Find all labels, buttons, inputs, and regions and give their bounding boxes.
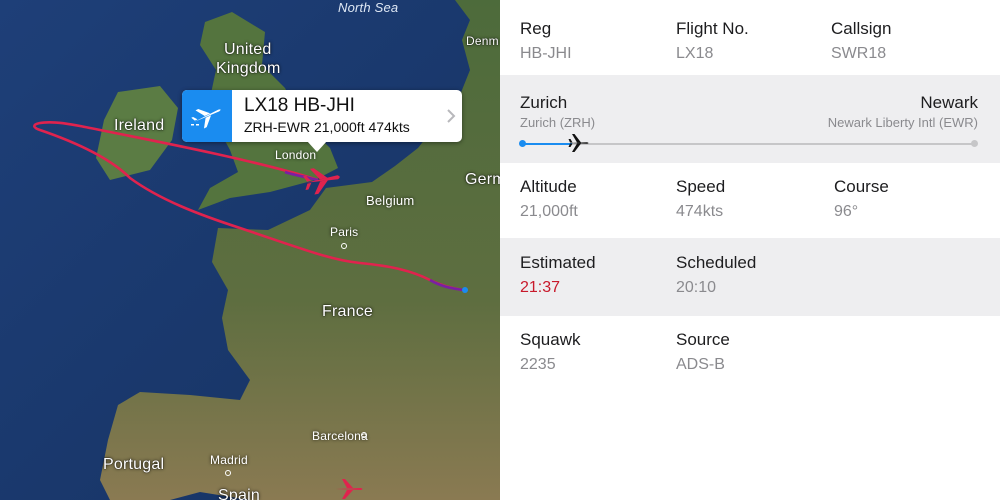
flight-map[interactable]: North Sea Denm United Kingdom Ireland Lo…: [0, 0, 500, 500]
other-aircraft-icon[interactable]: [334, 478, 364, 500]
flight-details-panel: Reg HB-JHI Flight No. LX18 Callsign SWR1…: [500, 0, 1000, 500]
airplane-icon: [191, 109, 221, 129]
flight-no-label: Flight No.: [676, 19, 749, 38]
origin-city: Zurich: [520, 93, 568, 112]
origin-marker: [462, 287, 468, 293]
reg-cell: Reg HB-JHI: [520, 19, 572, 63]
transponder-row: Squawk 2235 Source ADS-B: [500, 316, 1000, 396]
altitude-cell: Altitude 21,000ft: [520, 177, 578, 221]
course-cell: Course 96°: [834, 177, 889, 221]
label-barcelona: Barcelona: [312, 429, 368, 443]
squawk-cell: Squawk 2235: [520, 330, 580, 374]
callsign-cell: Callsign SWR18: [831, 19, 891, 63]
label-spain: Spain: [218, 487, 260, 500]
estimated-value: 21:37: [520, 279, 561, 296]
callout-text: LX18 HB-JHI ZRH-EWR 21,000ft 474kts: [232, 90, 440, 142]
barcelona-dot: [361, 432, 367, 438]
speed-value: 474kts: [676, 203, 724, 220]
source-label: Source: [676, 330, 730, 349]
label-ireland: Ireland: [114, 117, 165, 134]
callsign-value: SWR18: [831, 45, 887, 62]
callsign-label: Callsign: [831, 19, 892, 38]
squawk-value: 2235: [520, 356, 556, 373]
label-belgium: Belgium: [366, 193, 415, 208]
progress-plane-icon: [568, 134, 589, 152]
destination-city: Newark: [920, 93, 978, 112]
speed-label: Speed: [676, 177, 726, 196]
times-row: Estimated 21:37 Scheduled 20:10: [500, 238, 1000, 316]
origin-airport: Zurich (ZRH): [520, 115, 596, 130]
label-madrid: Madrid: [210, 453, 248, 467]
callout-icon-box: [182, 90, 232, 142]
scheduled-value: 20:10: [676, 279, 717, 296]
source-value: ADS-B: [676, 356, 725, 373]
telemetry-row: Altitude 21,000ft Speed 474kts Course 96…: [500, 163, 1000, 238]
estimated-label: Estimated: [520, 253, 596, 272]
destination-dot: [971, 140, 978, 147]
label-paris: Paris: [330, 225, 359, 239]
altitude-label: Altitude: [520, 177, 577, 196]
callout-pointer: [307, 141, 327, 152]
identity-row: Reg HB-JHI Flight No. LX18 Callsign SWR1…: [500, 0, 1000, 75]
label-united: United: [224, 41, 272, 58]
course-label: Course: [834, 177, 889, 196]
callout-subtitle: ZRH-EWR 21,000ft 474kts: [244, 119, 410, 135]
source-cell: Source ADS-B: [676, 330, 730, 374]
reg-label: Reg: [520, 19, 552, 38]
label-germany: Germ: [465, 171, 500, 188]
estimated-cell: Estimated 21:37: [520, 253, 596, 297]
flight-no-cell: Flight No. LX18: [676, 19, 749, 63]
paris-dot: [341, 243, 347, 249]
label-portugal: Portugal: [103, 456, 165, 473]
scheduled-cell: Scheduled 20:10: [676, 253, 756, 297]
flight-callout[interactable]: LX18 HB-JHI ZRH-EWR 21,000ft 474kts: [182, 90, 462, 142]
origin-dot: [519, 140, 526, 147]
tracked-aircraft-icon[interactable]: [302, 164, 342, 196]
altitude-value: 21,000ft: [520, 203, 578, 220]
progress-track: [522, 143, 976, 145]
chevron-right-icon[interactable]: [440, 90, 462, 142]
progress-fill: [522, 143, 572, 145]
course-value: 96°: [834, 203, 859, 220]
label-france: France: [322, 303, 373, 320]
scheduled-label: Scheduled: [676, 253, 757, 272]
label-denmark: Denm: [466, 34, 499, 48]
destination-airport: Newark Liberty Intl (EWR): [827, 115, 978, 130]
reg-value: HB-JHI: [520, 45, 572, 62]
callout-title: LX18 HB-JHI: [244, 95, 355, 116]
speed-cell: Speed 474kts: [676, 177, 725, 221]
label-kingdom: Kingdom: [216, 60, 281, 77]
flight-no-value: LX18: [676, 45, 714, 62]
label-north-sea: North Sea: [338, 0, 399, 15]
madrid-dot: [225, 470, 231, 476]
squawk-label: Squawk: [520, 330, 581, 349]
